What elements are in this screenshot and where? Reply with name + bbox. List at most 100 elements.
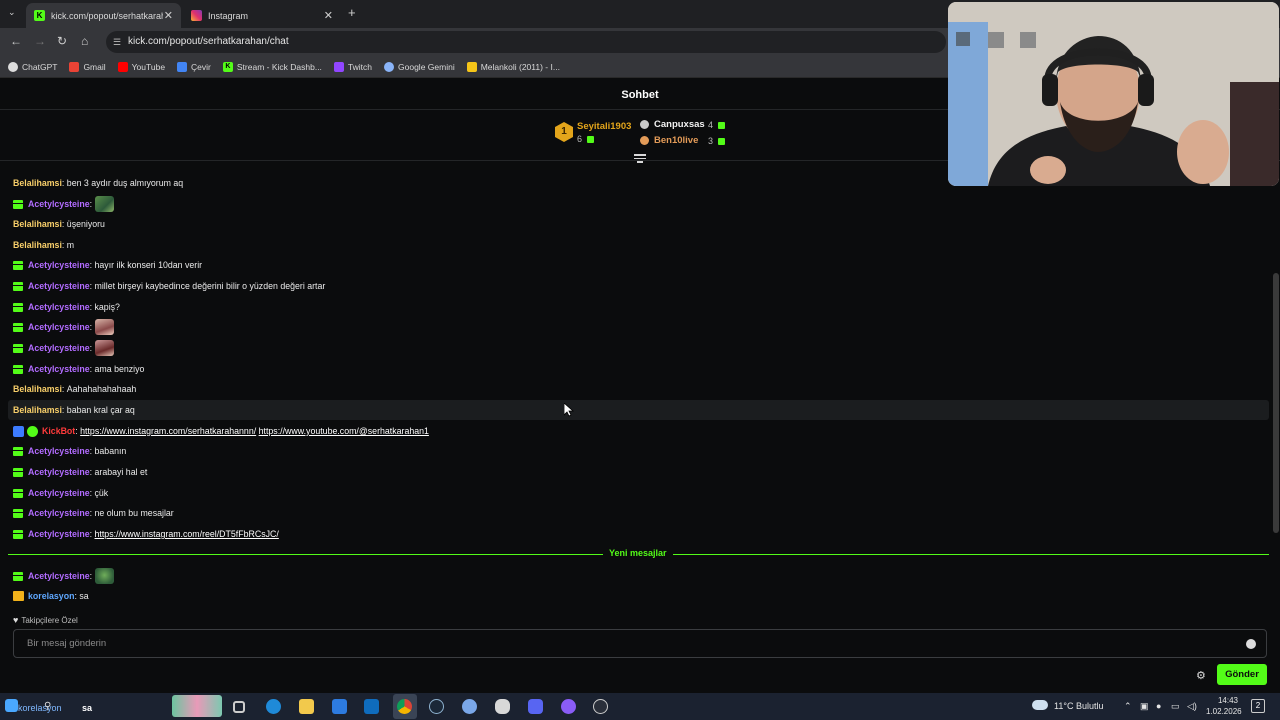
tab-kick-chat[interactable]: K kick.com/popout/serhatkarahan/chat ✕ (26, 3, 181, 28)
username[interactable]: Acetylcysteine (28, 302, 90, 312)
username[interactable]: Acetylcysteine (28, 322, 90, 332)
search-icon[interactable]: ⚲ (44, 701, 51, 712)
file-explorer-icon[interactable] (299, 699, 314, 714)
chat-message: Acetylcysteine: https://www.instagram.co… (13, 524, 279, 544)
message-text: Aahahahahahaah (66, 384, 137, 394)
kick-icon: K (222, 61, 233, 72)
site-info-icon[interactable]: ☰ (113, 31, 121, 53)
username[interactable]: Acetylcysteine (28, 364, 90, 374)
chat-message: Belalihamsi: üşeniyoru (13, 219, 105, 229)
username[interactable]: Belalihamsi (13, 219, 62, 229)
notification-badge[interactable]: 2 (1251, 699, 1265, 713)
microphone-icon[interactable]: ● (1156, 701, 1161, 711)
leader-third-name[interactable]: Ben10live (654, 135, 698, 146)
username[interactable]: Belalihamsi (13, 405, 62, 415)
photo-emote-icon (95, 340, 115, 356)
chat-scrollbar[interactable] (1273, 273, 1279, 533)
username[interactable]: Acetylcysteine (28, 467, 90, 477)
username[interactable]: Acetylcysteine (28, 281, 90, 291)
reel-link[interactable]: https://www.instagram.com/reel/DT5fFbRCs… (95, 529, 279, 539)
rank-one-medal-icon: 1 (555, 122, 573, 142)
message-text: baban kral çar aq (66, 405, 135, 415)
chat-message: Acetylcysteine: ne olum bu mesajlar (13, 503, 174, 523)
username[interactable]: Acetylcysteine (28, 199, 90, 209)
bookmark-chatgpt[interactable]: ChatGPT (8, 61, 57, 72)
bookmark-gmail[interactable]: Gmail (69, 61, 106, 72)
username[interactable]: korelasyon (28, 591, 74, 601)
new-tab-icon[interactable]: + (348, 5, 356, 20)
task-view-icon[interactable] (233, 701, 245, 713)
youtube-link[interactable]: https://www.youtube.com/@serhatkarahan1 (259, 426, 429, 436)
bookmark-youtube[interactable]: YouTube (117, 61, 165, 72)
chat-message-input[interactable]: Bir mesaj gönderin (13, 629, 1267, 658)
username[interactable]: Acetylcysteine (28, 508, 90, 518)
taskbar-search-text[interactable]: sa (82, 703, 92, 713)
chat-message: Acetylcysteine: (13, 194, 115, 214)
chat-message: Belalihamsi: Aahahahahahaah (13, 384, 137, 394)
username[interactable]: Acetylcysteine (28, 488, 90, 498)
bookmark-twitch[interactable]: Twitch (333, 61, 372, 72)
chat-message: Belalihamsi: m (13, 240, 75, 250)
reload-icon[interactable]: ↻ (57, 34, 67, 48)
instagram-link[interactable]: https://www.instagram.com/serhatkarahann… (80, 426, 256, 436)
edge-icon[interactable] (266, 699, 281, 714)
mouse-app-icon[interactable] (495, 699, 510, 714)
username[interactable]: Belalihamsi (13, 240, 62, 250)
close-tab-icon[interactable]: ✕ (164, 9, 173, 22)
steam-icon[interactable] (429, 699, 444, 714)
weather-text[interactable]: 11°C Bulutlu (1054, 701, 1103, 711)
tab-instagram[interactable]: Instagram ✕ (183, 3, 341, 28)
emoji-picker-icon[interactable] (1246, 639, 1256, 649)
leader-second-name[interactable]: Canpuxsas (654, 119, 705, 130)
username[interactable]: Acetylcysteine (28, 529, 90, 539)
new-messages-label[interactable]: Yeni mesajlar (603, 548, 673, 558)
close-tab-icon[interactable]: ✕ (324, 9, 333, 22)
chat-settings-gear-icon[interactable]: ⚙ (1196, 669, 1206, 682)
chat-message: Acetylcysteine: (13, 338, 115, 358)
windows-taskbar: korelasyon ⚲ sa 11°C Bulutlu ⌃ ▣ ● ▭ ◁) … (0, 693, 1280, 720)
back-icon[interactable]: ← (10, 34, 22, 48)
tray-app-icon[interactable]: ▣ (1140, 701, 1149, 712)
clock-date[interactable]: 1.02.2026 (1206, 707, 1242, 716)
username[interactable]: Acetylcysteine (28, 446, 90, 456)
settings-app-icon[interactable] (462, 699, 477, 714)
leader-third-count: 3 (708, 136, 714, 146)
translate-icon (177, 61, 188, 72)
network-icon[interactable]: ▭ (1171, 701, 1180, 712)
bookmark-melankoli[interactable]: Melankoli (2011) - I... (466, 61, 560, 72)
clock-time[interactable]: 14:43 (1206, 696, 1238, 705)
bookmark-gemini[interactable]: Google Gemini (384, 61, 455, 72)
volume-icon[interactable]: ◁) (1187, 701, 1197, 712)
chrome-icon[interactable] (397, 699, 412, 714)
username[interactable]: Acetylcysteine (28, 571, 90, 581)
windows-start-icon[interactable] (5, 699, 18, 712)
tray-chevron-icon[interactable]: ⌃ (1124, 701, 1132, 712)
imdb-icon (466, 61, 477, 72)
subscriber-badge-icon (13, 508, 23, 518)
subscriber-badge-icon (13, 343, 23, 353)
leader-first-name[interactable]: Seyitali1903 (577, 121, 631, 132)
bookmark-translate[interactable]: Çevir (177, 61, 211, 72)
subscriber-badge-icon (13, 488, 23, 498)
outlook-icon[interactable] (364, 699, 379, 714)
bookmark-kick-dashboard[interactable]: K Stream - Kick Dashb... (222, 61, 322, 72)
username[interactable]: Belalihamsi (13, 384, 62, 394)
instagram-favicon-icon (191, 10, 202, 21)
subscriber-badge-icon (13, 199, 23, 209)
username[interactable]: Acetylcysteine (28, 260, 90, 270)
username[interactable]: Acetylcysteine (28, 343, 90, 353)
message-text: arabayi hal et (94, 467, 148, 477)
tab-search-icon[interactable]: ⌄ (8, 7, 16, 18)
obs-icon[interactable] (593, 699, 608, 714)
rank-two-medal-icon (640, 120, 649, 129)
home-icon[interactable]: ⌂ (81, 34, 88, 48)
discord-icon[interactable] (528, 699, 543, 714)
gmail-icon (69, 61, 80, 72)
username[interactable]: Belalihamsi (13, 178, 62, 188)
username[interactable]: KickBot (42, 426, 75, 436)
obs-plugin-icon[interactable] (561, 699, 576, 714)
forward-icon[interactable]: → (34, 34, 46, 48)
url-field[interactable]: ☰ kick.com/popout/serhatkarahan/chat (106, 31, 946, 53)
send-button[interactable]: Gönder (1217, 664, 1267, 685)
store-icon[interactable] (332, 699, 347, 714)
